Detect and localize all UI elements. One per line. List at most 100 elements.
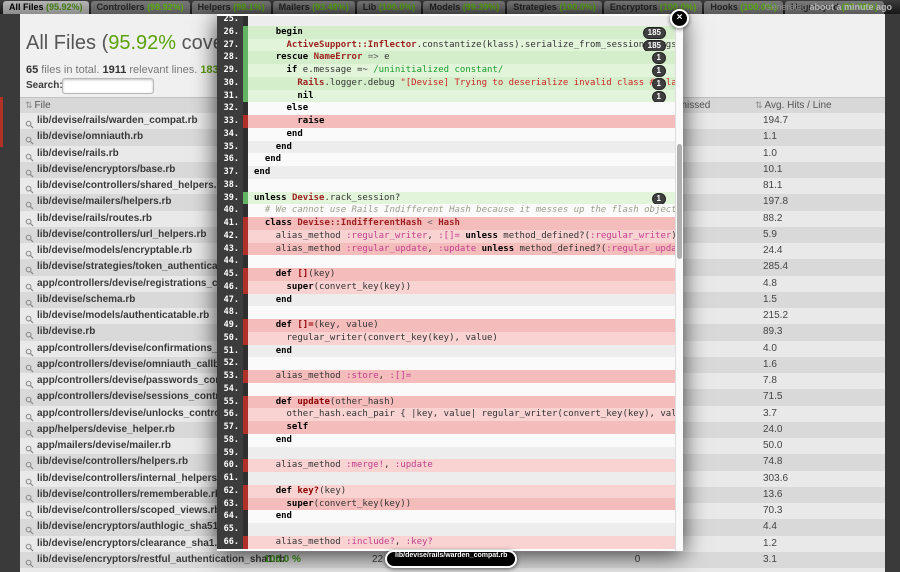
code-line: 29. if e.message =~ /uninitialized const… xyxy=(217,64,676,77)
column-header-avg-hits[interactable]: ⇅Avg. Hits / Line xyxy=(755,100,832,111)
line-number: 47. xyxy=(217,294,243,307)
code-line: 46. super(convert_key(key)) xyxy=(217,281,676,294)
tab-percent: (93.48%) xyxy=(310,2,349,12)
line-number: 44. xyxy=(217,255,243,268)
tab-percent: (95.92%) xyxy=(44,2,83,12)
code-line: 38. xyxy=(217,179,676,192)
line-number: 31. xyxy=(217,90,243,103)
line-number: 48. xyxy=(217,306,243,319)
code-line: 30. Rails.logger.debug "[Devise] Trying … xyxy=(217,77,676,90)
tab-lib[interactable]: Lib (100.0%) xyxy=(357,1,422,14)
column-label: Avg. Hits / Line xyxy=(765,100,832,111)
tab-percent: (100.0%) xyxy=(557,2,596,12)
line-number: 55. xyxy=(217,396,243,409)
magnifier-icon xyxy=(25,490,34,499)
code-line: 57. self xyxy=(217,421,676,434)
magnifier-icon xyxy=(25,214,34,223)
code-text xyxy=(248,255,676,268)
magnifier-icon xyxy=(25,132,34,141)
modal-scrollbar-thumb[interactable] xyxy=(677,144,682,259)
line-number: 41. xyxy=(217,217,243,230)
line-number: 66. xyxy=(217,536,243,549)
avg-hits-per-line: 4.4 xyxy=(763,521,777,532)
code-text: if e.message =~ /uninitialized constant/ xyxy=(248,64,676,77)
code-line: 41. class Devise::IndifferentHash < Hash xyxy=(217,217,676,230)
hits-badge: 1 xyxy=(652,91,666,103)
code-text: super(convert_key(key)) xyxy=(248,498,676,511)
sort-icon: ⇅ xyxy=(755,100,763,110)
avg-hits-per-line: 1.1 xyxy=(763,131,777,142)
tab-models[interactable]: Models (99.39%) xyxy=(423,1,505,14)
code-line: 42. alias_method :regular_writer, :[]= u… xyxy=(217,230,676,243)
tab-helpers[interactable]: Helpers (98.1%) xyxy=(192,1,271,14)
code-text: def []=(key, value) xyxy=(248,319,676,332)
title-percent: 95.92% xyxy=(108,32,176,54)
code-text: nil xyxy=(248,90,676,103)
file-name: lib/devise/models/authenticatable.rb xyxy=(37,310,209,321)
code-line: 36. end xyxy=(217,153,676,166)
tab-all-files[interactable]: All Files (95.92%) xyxy=(3,1,89,14)
tab-label: Encryptors xyxy=(610,2,658,12)
close-icon[interactable]: × xyxy=(670,9,689,28)
magnifier-icon xyxy=(25,360,34,369)
column-header-file[interactable]: ⇅File xyxy=(25,100,51,111)
avg-hits-per-line: 3.7 xyxy=(763,408,777,419)
code-text xyxy=(248,357,676,370)
avg-hits-per-line: 197.8 xyxy=(763,196,788,207)
tab-encryptors[interactable]: Encryptors (100.0%) xyxy=(604,1,703,14)
line-number: 51. xyxy=(217,345,243,358)
magnifier-icon xyxy=(25,392,34,401)
line-number: 57. xyxy=(217,421,243,434)
code-line: 52. xyxy=(217,357,676,370)
code-line: 64. end xyxy=(217,510,676,523)
magnifier-icon xyxy=(25,311,34,320)
magnifier-icon xyxy=(25,181,34,190)
magnifier-icon xyxy=(25,116,34,125)
tab-label: Helpers xyxy=(198,2,231,12)
magnifier-icon xyxy=(25,344,34,353)
tab-label: All Files xyxy=(9,2,44,12)
line-number: 43. xyxy=(217,243,243,256)
file-name: lib/devise.rb xyxy=(37,326,95,337)
code-line: 66. alias_method :include?, :key? xyxy=(217,536,676,549)
avg-hits-per-line: 24.0 xyxy=(763,424,782,435)
table-row[interactable] xyxy=(20,568,885,572)
code-text xyxy=(248,306,676,319)
code-text xyxy=(248,179,676,192)
tab-controllers[interactable]: Controllers (98.92%) xyxy=(91,1,190,14)
lines-missed: 0 xyxy=(610,554,665,565)
tab-label: Hooks xyxy=(710,2,738,12)
code-line: 53. alias_method :store, :[]= xyxy=(217,370,676,383)
avg-hits-per-line: 5.9 xyxy=(763,229,777,240)
tab-label: Lib xyxy=(363,2,377,12)
column-label: File xyxy=(35,100,51,111)
line-number: 60. xyxy=(217,459,243,472)
file-name: app/helpers/devise_helper.rb xyxy=(37,424,175,435)
code-line: 31. nil1 xyxy=(217,90,676,103)
avg-hits-per-line: 74.8 xyxy=(763,456,782,467)
code-line: 61. xyxy=(217,472,676,485)
line-number: 29. xyxy=(217,64,243,77)
code-line: 27. ActiveSupport::Inflector.constantize… xyxy=(217,39,676,52)
code-line: 43. alias_method :regular_update, :updat… xyxy=(217,243,676,256)
file-name: lib/devise/controllers/rememberable.rb xyxy=(37,489,221,500)
line-number: 32. xyxy=(217,102,243,115)
line-number: 49. xyxy=(217,319,243,332)
tab-label: Mailers xyxy=(279,2,310,12)
line-number: 34. xyxy=(217,128,243,141)
code-text: end xyxy=(248,510,676,523)
hits-badge: 185 xyxy=(643,40,666,52)
magnifier-icon xyxy=(25,539,34,548)
tab-mailers[interactable]: Mailers (93.48%) xyxy=(273,1,355,14)
tab-label: Models xyxy=(429,2,460,12)
avg-hits-per-line: 88.2 xyxy=(763,213,782,224)
line-number: 50. xyxy=(217,332,243,345)
generated-timestamp: Generated about a minute ago xyxy=(764,2,892,12)
tab-list: All Files (95.92%)Controllers (98.92%)He… xyxy=(3,1,886,14)
tab-strategies[interactable]: Strategies (100.0%) xyxy=(507,1,602,14)
code-line: 39.unless Devise.rack_session?1 xyxy=(217,192,676,205)
code-text: Rails.logger.debug "[Devise] Trying to d… xyxy=(248,77,676,90)
magnifier-icon xyxy=(25,555,34,564)
hits-badge: 185 xyxy=(643,27,666,39)
search-input[interactable] xyxy=(62,78,154,94)
